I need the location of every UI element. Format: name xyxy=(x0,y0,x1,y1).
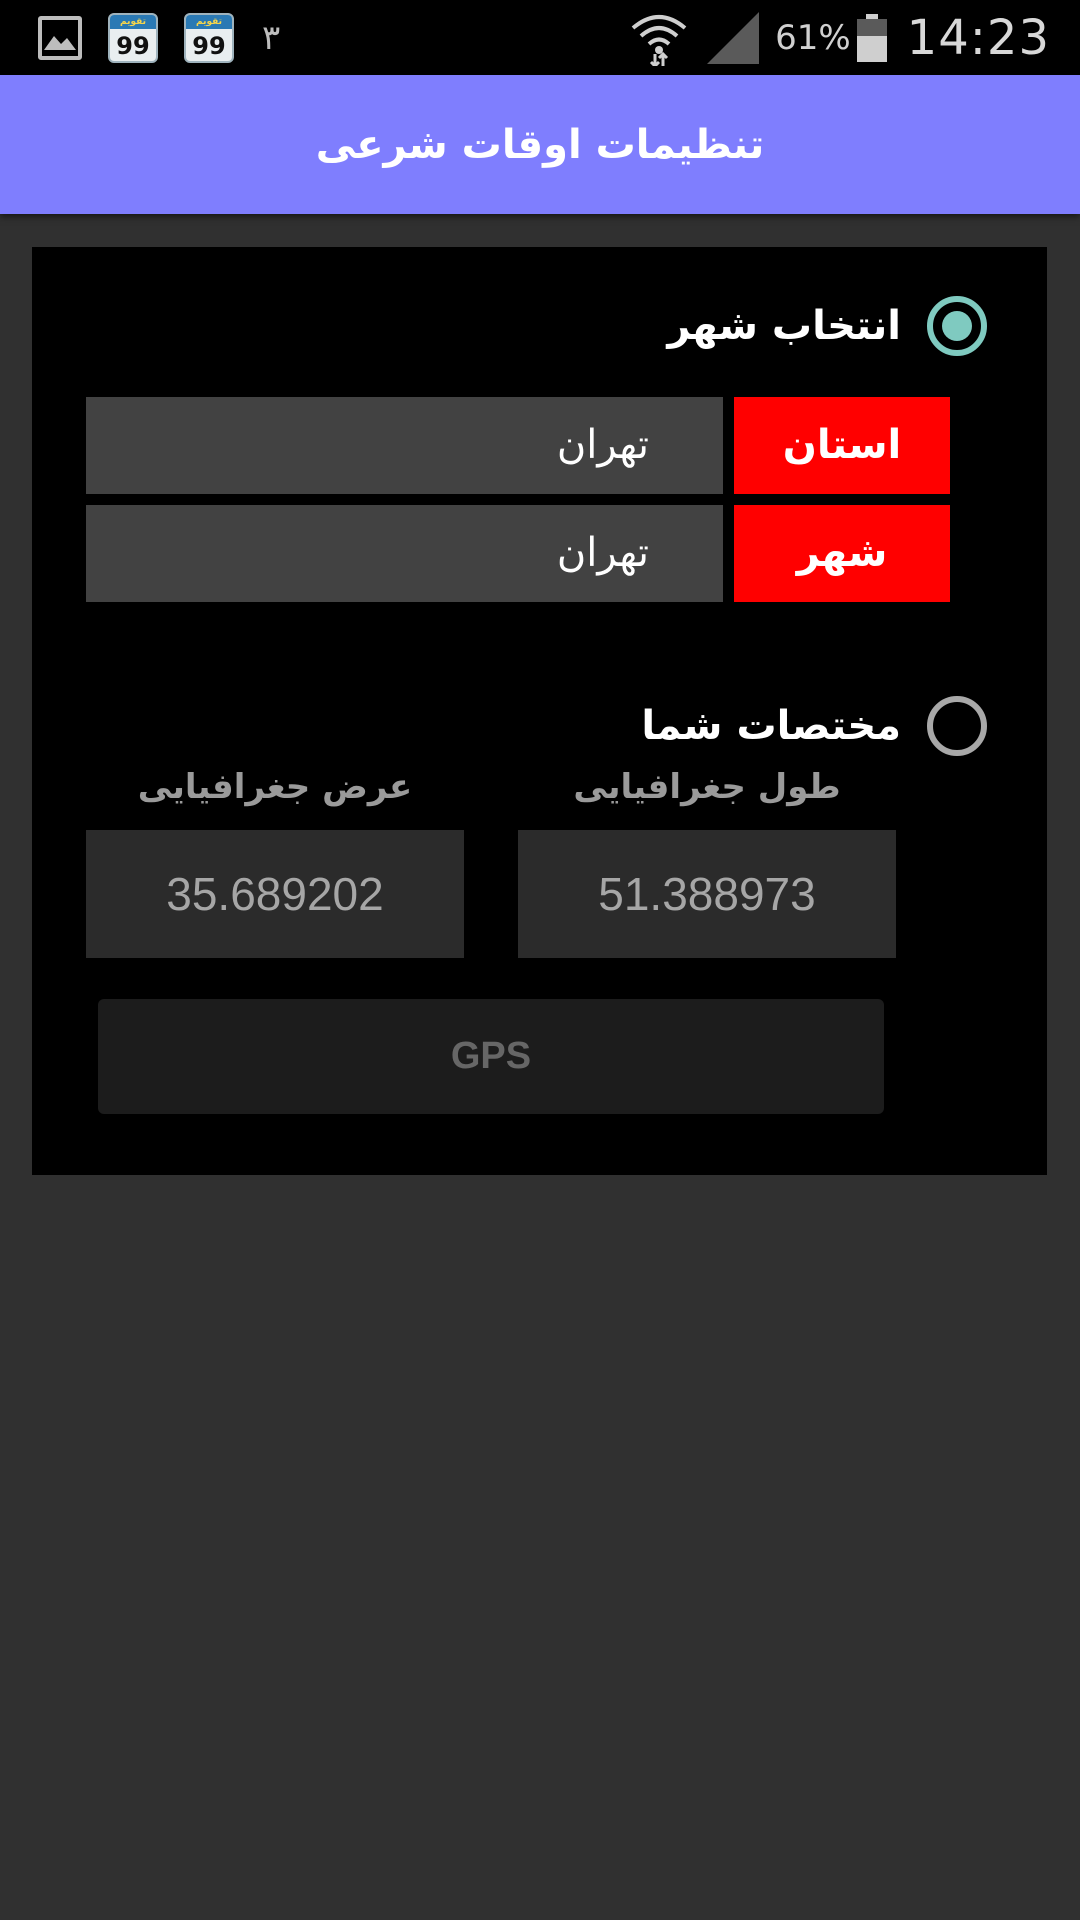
calendar-99-app-icon: تقویم 99 xyxy=(184,13,234,63)
gps-button[interactable]: GPS xyxy=(98,999,884,1114)
gallery-icon xyxy=(38,16,82,60)
province-selector[interactable]: تهران xyxy=(86,397,723,494)
city-label: شهر xyxy=(734,505,950,602)
calendar-99-app-icon: تقویم 99 xyxy=(108,13,158,63)
notification-icons: تقویم 99 تقویم 99 ۳ xyxy=(38,12,280,64)
province-label: استان xyxy=(734,397,950,494)
app-icon-label: تقویم xyxy=(186,15,232,29)
latitude-label: عرض جغرافیایی xyxy=(137,767,413,807)
coordinates-option[interactable]: مختصات شما xyxy=(641,696,987,756)
notification-count: ۳ xyxy=(262,18,281,58)
city-selection-label: انتخاب شهر xyxy=(667,303,901,349)
status-bar: تقویم 99 تقویم 99 ۳ 61% 14:23 xyxy=(0,0,1080,75)
latitude-input[interactable]: 35.689202 xyxy=(86,830,464,958)
app-icon-number: 99 xyxy=(116,32,150,60)
coordinates-label: مختصات شما xyxy=(641,703,901,749)
battery-percent: 61% xyxy=(775,18,851,58)
longitude-input[interactable]: 51.388973 xyxy=(518,830,896,958)
app-icon-number: 99 xyxy=(192,32,226,60)
cell-signal-icon xyxy=(707,12,760,64)
prayer-times-settings-card: انتخاب شهر تهران استان تهران شهر مختصات … xyxy=(32,247,1047,1175)
system-status: 61% 14:23 xyxy=(631,8,1050,68)
wifi-icon xyxy=(631,15,687,66)
city-row: تهران شهر xyxy=(86,505,952,602)
coordinates-radio[interactable] xyxy=(927,696,987,756)
page-title: تنظیمات اوقات شرعی xyxy=(315,121,765,168)
province-row: تهران استان xyxy=(86,397,952,494)
longitude-label: طول جغرافیایی xyxy=(573,767,841,807)
city-selection-radio[interactable] xyxy=(927,296,987,356)
battery-icon xyxy=(856,14,887,62)
app-icon-label: تقویم xyxy=(110,15,156,29)
city-selection-option[interactable]: انتخاب شهر xyxy=(667,296,987,356)
action-bar: تنظیمات اوقات شرعی xyxy=(0,75,1080,214)
clock-time: 14:23 xyxy=(906,10,1050,66)
city-selector[interactable]: تهران xyxy=(86,505,723,602)
